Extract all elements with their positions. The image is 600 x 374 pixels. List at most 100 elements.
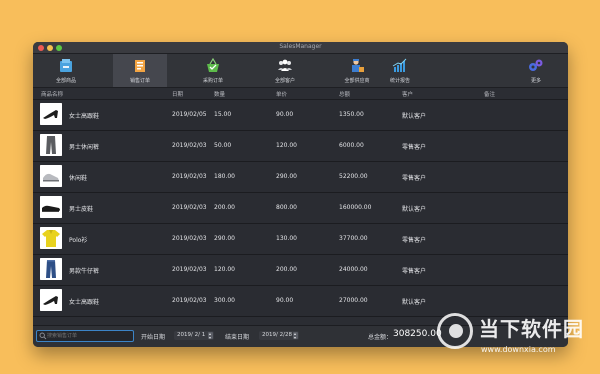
start-date-value: 2019/ 2/ 1 xyxy=(177,332,206,338)
toolbar-label: 全部商品 xyxy=(55,78,76,84)
cell-total: 6000.00 xyxy=(339,142,364,149)
cell-price: 130.00 xyxy=(276,235,297,242)
toolbar-label: 全部客户 xyxy=(274,78,295,84)
end-date-value: 2019/ 2/28 xyxy=(262,332,292,338)
high-heel-shoe-thumbnail xyxy=(40,103,62,125)
cell-name: Polo衫 xyxy=(69,237,88,244)
column-header-customer[interactable]: 客户 xyxy=(402,90,413,98)
cell-customer: 默认客户 xyxy=(402,113,427,120)
toolbar: 全部商品 销售订单 采购订单 全部客户 全部供应商 统计报告 更多 xyxy=(33,54,568,88)
column-header-name[interactable]: 商品名称 xyxy=(41,90,63,98)
title-bar: SalesManager xyxy=(33,42,568,54)
end-date-stepper[interactable] xyxy=(293,332,298,339)
search-icon xyxy=(39,332,47,340)
cell-name: 男款牛仔裤 xyxy=(69,268,100,275)
cell-total: 1350.00 xyxy=(339,111,364,118)
toolbar-item-purchase-orders[interactable]: 采购订单 xyxy=(186,54,240,87)
column-header-note[interactable]: 备注 xyxy=(484,90,495,98)
cell-name: 男士休闲裤 xyxy=(69,144,100,151)
cell-quantity: 180.00 xyxy=(214,173,235,180)
toolbar-item-statistics[interactable]: 统计报告 xyxy=(373,54,427,87)
cell-quantity: 300.00 xyxy=(214,297,235,304)
cell-price: 90.00 xyxy=(276,111,294,118)
cell-date: 2019/02/03 xyxy=(172,204,207,211)
cell-customer: 默认客户 xyxy=(402,206,427,213)
toolbar-label: 统计报告 xyxy=(389,78,410,84)
sales-manager-window: SalesManager 全部商品 销售订单 采购订单 全部客户 全部供应商 统… xyxy=(33,42,568,347)
sneaker-thumbnail xyxy=(40,165,62,187)
cell-customer: 零售客户 xyxy=(402,175,427,182)
cell-total: 24000.00 xyxy=(339,266,368,273)
cell-price: 120.00 xyxy=(276,142,297,149)
toolbar-label: 采购订单 xyxy=(202,78,223,84)
cell-total: 160000.00 xyxy=(339,204,372,211)
cell-quantity: 15.00 xyxy=(214,111,232,118)
column-header-quantity[interactable]: 数量 xyxy=(214,90,225,98)
cell-date: 2019/02/03 xyxy=(172,173,207,180)
cell-name: 女士高跟鞋 xyxy=(69,299,100,306)
high-heel-shoe-thumbnail xyxy=(40,289,62,311)
column-header-total[interactable]: 总额 xyxy=(339,90,350,98)
statistics-chart-icon xyxy=(392,58,407,72)
toolbar-item-more[interactable]: 更多 xyxy=(509,54,563,87)
sales-order-icon xyxy=(135,60,145,72)
table-header: 商品名称 日期 数量 单价 总额 客户 备注 xyxy=(33,88,568,100)
cell-total: 27000.00 xyxy=(339,297,368,304)
cell-price: 800.00 xyxy=(276,204,297,211)
search-box[interactable] xyxy=(36,330,134,342)
table-row[interactable]: 女士高跟鞋 2019/02/05 15.00 90.00 1350.00 默认客… xyxy=(33,100,568,131)
jeans-thumbnail xyxy=(40,258,62,280)
end-date-label: 结束日期 xyxy=(225,334,250,341)
cell-date: 2019/02/03 xyxy=(172,266,207,273)
customers-icon xyxy=(278,59,292,71)
cell-quantity: 200.00 xyxy=(214,204,235,211)
table-row[interactable]: 男士皮鞋 2019/02/03 200.00 800.00 160000.00 … xyxy=(33,193,568,224)
watermark-url: www.downxia.com xyxy=(481,345,556,354)
leather-shoe-thumbnail xyxy=(40,196,62,218)
start-date-label: 开始日期 xyxy=(141,334,166,341)
start-date-picker[interactable]: 2019/ 2/ 1 xyxy=(174,331,214,340)
cell-date: 2019/02/03 xyxy=(172,297,207,304)
watermark-logo-icon xyxy=(437,313,473,349)
watermark: 当下软件园 www.downxia.com xyxy=(437,313,597,363)
window-title: SalesManager xyxy=(279,43,322,50)
cell-date: 2019/02/05 xyxy=(172,111,207,118)
cell-customer: 零售客户 xyxy=(402,144,427,151)
total-amount-value: 308250.00 xyxy=(393,329,442,339)
gear-icon xyxy=(529,59,543,71)
toolbar-item-sales-orders[interactable]: 销售订单 xyxy=(113,54,167,87)
cell-date: 2019/02/03 xyxy=(172,235,207,242)
column-header-date[interactable]: 日期 xyxy=(172,90,183,98)
cell-quantity: 290.00 xyxy=(214,235,235,242)
trousers-thumbnail xyxy=(40,134,62,156)
product-box-icon xyxy=(60,59,72,72)
cell-customer: 零售客户 xyxy=(402,237,427,244)
cell-price: 290.00 xyxy=(276,173,297,180)
start-date-stepper[interactable] xyxy=(208,332,213,339)
cell-quantity: 50.00 xyxy=(214,142,232,149)
total-amount-label: 总金额： xyxy=(368,334,393,341)
toolbar-label: 销售订单 xyxy=(129,78,150,84)
cell-date: 2019/02/03 xyxy=(172,142,207,149)
toolbar-label: 更多 xyxy=(530,78,541,84)
cell-price: 200.00 xyxy=(276,266,297,273)
table-row[interactable]: 男款牛仔裤 2019/02/03 120.00 200.00 24000.00 … xyxy=(33,255,568,286)
toolbar-item-all-customers[interactable]: 全部客户 xyxy=(258,54,312,87)
end-date-picker[interactable]: 2019/ 2/28 xyxy=(259,331,299,340)
toolbar-item-all-products[interactable]: 全部商品 xyxy=(39,54,93,87)
cell-name: 男士皮鞋 xyxy=(69,206,94,213)
cell-price: 90.00 xyxy=(276,297,294,304)
cell-total: 52200.00 xyxy=(339,173,368,180)
cell-customer: 默认客户 xyxy=(402,299,427,306)
cell-total: 37700.00 xyxy=(339,235,368,242)
table-row[interactable]: 男士休闲裤 2019/02/03 50.00 120.00 6000.00 零售… xyxy=(33,131,568,162)
shopping-basket-icon xyxy=(207,58,219,72)
table-row[interactable]: Polo衫 2019/02/03 290.00 130.00 37700.00 … xyxy=(33,224,568,255)
column-header-price[interactable]: 单价 xyxy=(276,90,287,98)
table-row[interactable]: 休闲鞋 2019/02/03 180.00 290.00 52200.00 零售… xyxy=(33,162,568,193)
cell-name: 女士高跟鞋 xyxy=(69,113,100,120)
cell-quantity: 120.00 xyxy=(214,266,235,273)
watermark-text: 当下软件园 xyxy=(479,317,584,341)
cell-customer: 零售客户 xyxy=(402,268,427,275)
search-input[interactable] xyxy=(47,331,131,341)
